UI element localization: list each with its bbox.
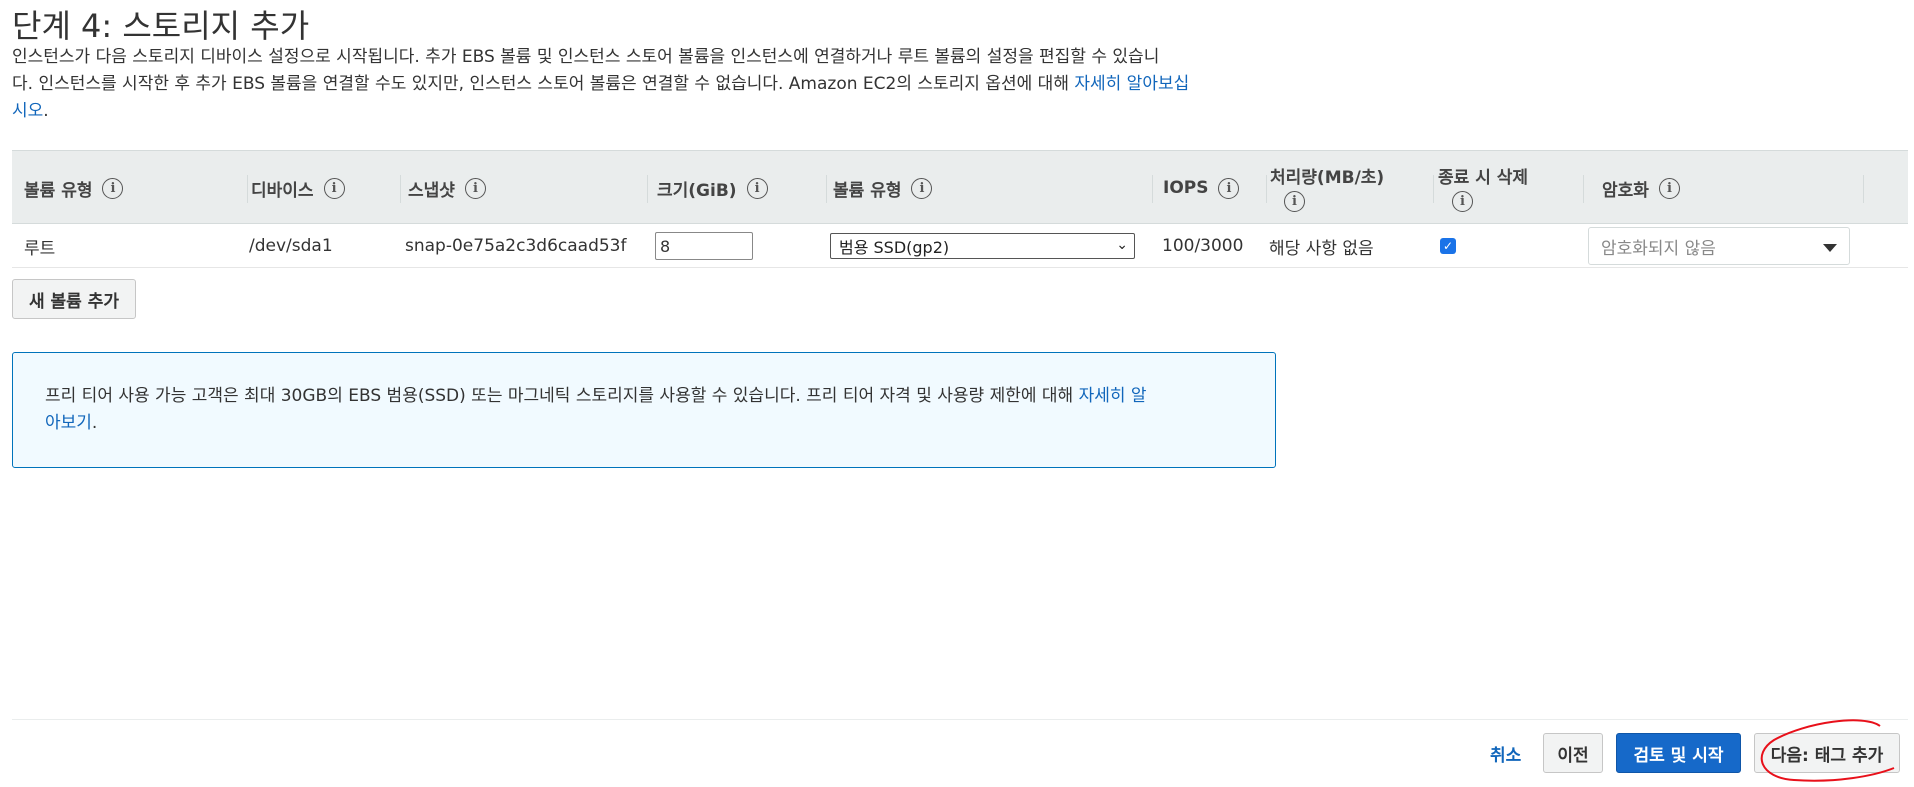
notice-text: 프리 티어 사용 가능 고객은 최대 30GB의 EBS 범용(SSD) 또는 …: [45, 386, 1079, 406]
cell-snapshot: snap-0e75a2c3d6caad53f: [405, 236, 627, 256]
header-encryption-label: 암호화: [1602, 180, 1649, 201]
column-divider: [1583, 175, 1584, 203]
notice-period: .: [91, 413, 98, 433]
learn-more-free-tier-link[interactable]: 자세히 알: [1079, 386, 1147, 406]
column-divider: [1863, 175, 1864, 203]
encryption-selected-value: 암호화되지 않음: [1601, 238, 1716, 259]
checkmark-icon: ✓: [1442, 239, 1454, 253]
info-circle-icon[interactable]: i: [1658, 177, 1680, 199]
size-input[interactable]: [655, 232, 753, 260]
add-new-volume-button[interactable]: 새 볼륨 추가: [12, 279, 136, 319]
table-header-row: 볼륨 유형 i 디바이스 i 스냅샷 i 크기(GiB) i 볼륨 유형 i I…: [12, 150, 1908, 224]
info-circle-icon[interactable]: i: [1218, 177, 1240, 199]
table-row: 루트 /dev/sda1 snap-0e75a2c3d6caad53f 범용 S…: [12, 224, 1908, 268]
info-circle-icon[interactable]: i: [464, 177, 486, 199]
cell-throughput: 해당 사항 없음: [1269, 238, 1374, 259]
header-encryption: 암호화 i: [1602, 151, 1864, 225]
cell-device: /dev/sda1: [249, 236, 333, 256]
header-volume-type-label: 볼륨 유형: [24, 180, 93, 201]
cell-volume-type: 루트: [24, 238, 56, 259]
header-size-label: 크기(GiB): [657, 180, 737, 201]
footer-divider: [12, 719, 1908, 720]
cell-iops: 100/3000: [1162, 236, 1244, 256]
previous-button[interactable]: 이전: [1543, 733, 1603, 773]
header-delete-on-termination: 종료 시 삭제 i: [1438, 151, 1584, 225]
info-circle-icon[interactable]: i: [911, 177, 933, 199]
header-throughput-label: 처리량(MB/초): [1270, 167, 1385, 188]
header-volume-type: 볼륨 유형 i: [24, 151, 248, 225]
cell-size: [655, 224, 753, 268]
header-iops-label: IOPS: [1163, 178, 1209, 198]
next-add-tags-button[interactable]: 다음: 태그 추가: [1754, 733, 1900, 773]
info-circle-icon[interactable]: i: [1284, 190, 1305, 212]
page-description: 인스턴스가 다음 스토리지 디바이스 설정으로 시작됩니다. 추가 EBS 볼륨…: [12, 44, 1292, 125]
column-divider: [1433, 175, 1434, 203]
free-tier-notice: 프리 티어 사용 가능 고객은 최대 30GB의 EBS 범용(SSD) 또는 …: [12, 352, 1276, 468]
encryption-select[interactable]: 암호화되지 않음: [1588, 227, 1850, 265]
info-circle-icon[interactable]: i: [323, 177, 345, 199]
learn-more-free-tier-link-cont[interactable]: 아보기: [45, 413, 92, 433]
description-text-line1: 인스턴스가 다음 스토리지 디바이스 설정으로 시작됩니다. 추가 EBS 볼륨…: [12, 47, 1160, 67]
info-circle-icon[interactable]: i: [746, 177, 768, 199]
header-vol-type-label: 볼륨 유형: [833, 180, 902, 201]
column-divider: [647, 175, 648, 203]
storage-step-page: 단계 4: 스토리지 추가 인스턴스가 다음 스토리지 디바이스 설정으로 시작…: [0, 0, 1914, 787]
header-device-label: 디바이스: [251, 180, 314, 201]
description-text-line2: 다. 인스턴스를 시작한 후 추가 EBS 볼륨을 연결할 수도 있지만, 인스…: [12, 74, 1075, 94]
info-circle-icon[interactable]: i: [1452, 190, 1473, 212]
learn-more-storage-link[interactable]: 자세히 알아보십: [1074, 74, 1189, 94]
header-iops: IOPS i: [1163, 151, 1267, 225]
volume-type-select[interactable]: 범용 SSD(gp2) ⌄: [830, 233, 1135, 259]
column-divider: [400, 175, 401, 203]
column-divider: [1266, 175, 1267, 203]
column-divider: [1152, 175, 1153, 203]
info-circle-icon[interactable]: i: [102, 177, 124, 199]
header-snapshot: 스냅샷 i: [408, 151, 648, 225]
description-period: .: [43, 101, 49, 121]
volume-type-selected-value: 범용 SSD(gp2): [839, 238, 950, 257]
caret-down-icon: [1823, 244, 1837, 252]
learn-more-storage-link-cont[interactable]: 시오: [12, 101, 43, 121]
column-divider: [826, 175, 827, 203]
header-size: 크기(GiB) i: [657, 151, 827, 225]
header-volume-type-2: 볼륨 유형 i: [833, 151, 1153, 225]
header-delete-label: 종료 시 삭제: [1438, 167, 1529, 188]
cell-volume-type-select: 범용 SSD(gp2) ⌄: [830, 224, 1135, 268]
page-title: 단계 4: 스토리지 추가: [12, 7, 310, 45]
column-divider: [247, 175, 248, 203]
header-device: 디바이스 i: [251, 151, 401, 225]
cell-encryption: 암호화되지 않음: [1588, 224, 1850, 268]
cell-delete-on-termination: ✓: [1440, 224, 1456, 268]
cancel-button[interactable]: 취소: [1490, 738, 1521, 768]
storage-table: 볼륨 유형 i 디바이스 i 스냅샷 i 크기(GiB) i 볼륨 유형 i I…: [12, 150, 1908, 268]
review-and-launch-button[interactable]: 검토 및 시작: [1616, 733, 1741, 773]
header-throughput: 처리량(MB/초) i: [1270, 151, 1434, 225]
delete-on-termination-checkbox[interactable]: ✓: [1440, 238, 1456, 254]
chevron-down-icon: ⌄: [1116, 237, 1128, 253]
header-snapshot-label: 스냅샷: [408, 180, 455, 201]
